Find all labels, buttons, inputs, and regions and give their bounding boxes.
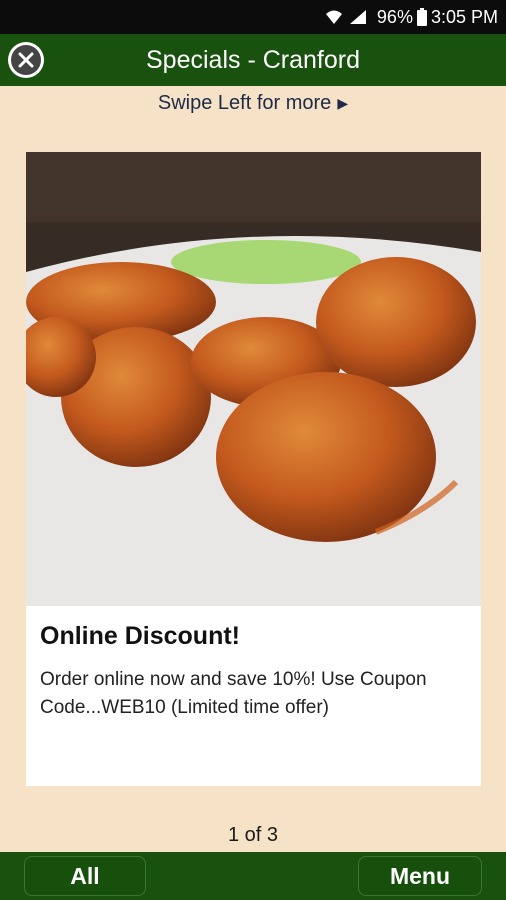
wifi-icon — [325, 10, 342, 24]
status-bar: 96% 3:05 PM — [0, 0, 506, 34]
swipe-hint: Swipe Left for more ▶ — [0, 86, 506, 120]
clock: 3:05 PM — [430, 6, 498, 27]
swipe-hint-text: Swipe Left for more — [157, 91, 332, 114]
signal-icon — [349, 10, 366, 24]
page-title: Specials - Cranford — [146, 45, 360, 74]
battery-percent: 96% — [376, 6, 413, 27]
bottom-bar: All Menu — [0, 852, 506, 900]
close-button[interactable] — [8, 42, 44, 78]
special-photo — [26, 152, 481, 606]
right-arrow-icon: ▶ — [337, 94, 349, 111]
battery-icon — [416, 8, 427, 26]
header-bar: Specials - Cranford — [0, 34, 506, 86]
all-button[interactable]: All — [24, 856, 146, 896]
special-description: Order online now and save 10%! Use Coupo… — [40, 669, 427, 718]
page-indicator: 1 of 3 — [227, 824, 279, 846]
close-icon — [18, 52, 34, 68]
special-title: Online Discount! — [40, 622, 240, 650]
menu-button[interactable]: Menu — [358, 856, 482, 896]
special-card[interactable]: Online Discount! Order online now and sa… — [26, 152, 481, 786]
